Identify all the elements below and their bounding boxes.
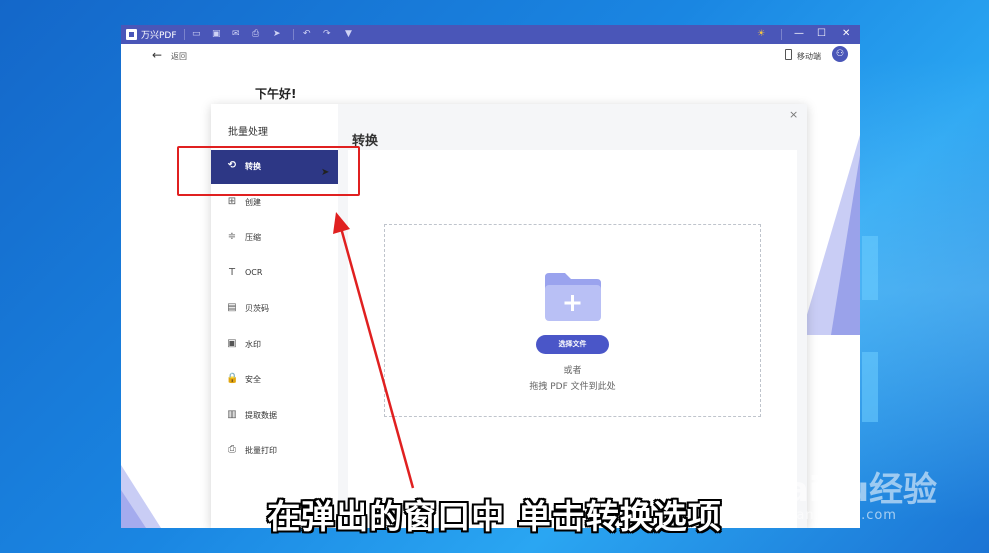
- sidebar-item-label: 安全: [245, 375, 261, 384]
- chart-icon: ▥: [227, 409, 237, 420]
- sidebar-item-label: 批量打印: [245, 446, 277, 455]
- bates-icon: ▤: [227, 302, 237, 313]
- toolbar-separator: [293, 29, 294, 40]
- top-bar: ← 返回 移动端 ⚇: [121, 44, 860, 70]
- desktop-windows-pane: [862, 352, 878, 422]
- lock-icon: 🔒: [226, 373, 239, 384]
- mail-icon[interactable]: ✉: [232, 28, 240, 40]
- sidebar-item-watermark[interactable]: ▣ 水印: [211, 328, 338, 362]
- maximize-button[interactable]: ☐: [817, 27, 826, 41]
- sidebar-item-compress[interactable]: ≑ 压缩: [211, 221, 338, 255]
- folder-add-icon: [545, 273, 601, 321]
- file-drop-zone[interactable]: 选择文件 或者 拖拽 PDF 文件到此处: [384, 224, 761, 417]
- back-arrow-icon[interactable]: ←: [152, 48, 162, 62]
- sidebar-item-label: 压缩: [245, 233, 261, 242]
- toolbar-separator: [184, 29, 185, 40]
- save-icon[interactable]: ▣: [212, 28, 221, 40]
- theme-sun-icon[interactable]: ☀: [757, 28, 765, 40]
- close-window-button[interactable]: ✕: [842, 27, 850, 41]
- desktop-windows-pane: [862, 236, 878, 300]
- sidebar-title: 批量处理: [228, 127, 268, 138]
- drag-hint-text: 拖拽 PDF 文件到此处: [529, 382, 616, 392]
- sidebar-item-label: OCR: [245, 268, 263, 277]
- mobile-link[interactable]: 移动端: [797, 51, 821, 62]
- print-icon[interactable]: ⎙: [252, 28, 259, 40]
- sidebar-item-security[interactable]: 🔒 安全: [211, 363, 338, 397]
- watermark-icon: ▣: [227, 338, 237, 349]
- dropdown-icon[interactable]: ▼: [345, 28, 352, 40]
- back-link[interactable]: 返回: [171, 51, 187, 62]
- caption-subtitle: 在弹出的窗口中 单击转换选项: [267, 497, 722, 536]
- content-panel: 选择文件 或者 拖拽 PDF 文件到此处: [348, 150, 797, 528]
- create-icon: ⊞: [227, 196, 237, 207]
- app-logo-icon: [126, 29, 137, 40]
- ocr-icon: T: [228, 267, 236, 278]
- sidebar-item-batch-print[interactable]: ⎙ 批量打印: [211, 434, 338, 468]
- undo-icon[interactable]: ↶: [303, 28, 311, 40]
- sidebar-item-label: 水印: [245, 340, 261, 349]
- minimize-button[interactable]: —: [794, 27, 804, 41]
- print-icon: ⎙: [228, 444, 236, 455]
- mobile-icon[interactable]: [785, 49, 792, 60]
- sidebar-item-bates[interactable]: ▤ 贝茨码: [211, 292, 338, 326]
- sidebar-item-label: 提取数据: [245, 411, 277, 420]
- app-window: 万兴PDF ▭ ▣ ✉ ⎙ ➤ ↶ ↷ ▼ ☀ — ☐ ✕ ← 返回 移动端 ⚇…: [121, 25, 860, 528]
- sidebar-item-extract-data[interactable]: ▥ 提取数据: [211, 399, 338, 433]
- app-title: 万兴PDF: [141, 31, 177, 41]
- greeting-text: 下午好!: [255, 87, 297, 101]
- highlight-box: [177, 146, 360, 196]
- compress-icon: ≑: [227, 231, 237, 242]
- or-text: 或者: [563, 366, 582, 376]
- folder-icon[interactable]: ▭: [192, 28, 201, 40]
- sidebar-item-label: 创建: [245, 198, 261, 207]
- toolbar-separator: [781, 29, 782, 40]
- redo-icon[interactable]: ↷: [323, 28, 331, 40]
- desktop-glow: [860, 60, 989, 520]
- title-bar: 万兴PDF ▭ ▣ ✉ ⎙ ➤ ↶ ↷ ▼ ☀ — ☐ ✕: [121, 25, 860, 44]
- close-dialog-button[interactable]: ×: [789, 108, 798, 121]
- avatar[interactable]: ⚇: [832, 46, 848, 62]
- sidebar-item-ocr[interactable]: T OCR: [211, 257, 338, 291]
- sidebar-item-label: 贝茨码: [245, 304, 269, 313]
- select-file-button[interactable]: 选择文件: [536, 335, 609, 354]
- share-icon[interactable]: ➤: [273, 28, 281, 40]
